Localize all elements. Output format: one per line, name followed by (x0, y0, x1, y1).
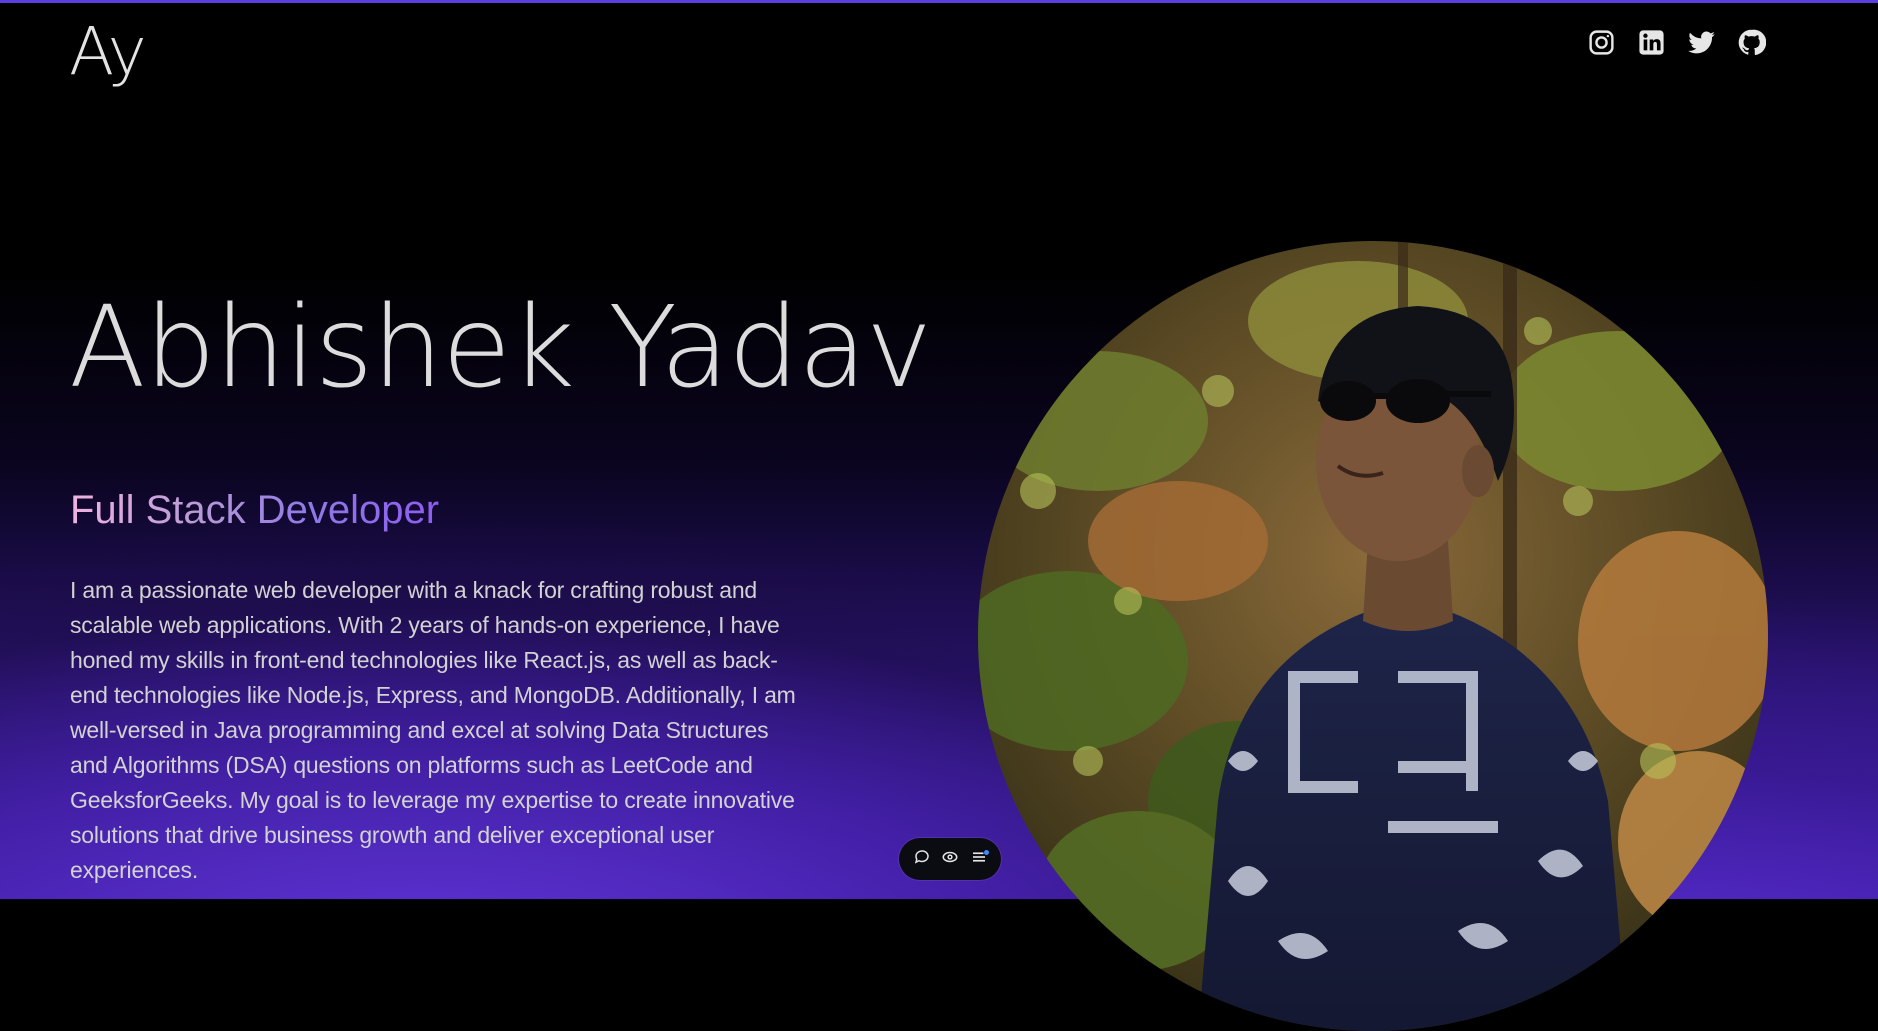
hero-role: Full Stack Developer (70, 484, 439, 536)
profile-photo (978, 241, 1768, 1031)
hero-name: Abhishek Yadav (69, 283, 932, 413)
instagram-icon (1587, 28, 1616, 61)
floating-toolbar (899, 838, 1001, 880)
comment-button[interactable] (910, 847, 934, 871)
social-links (1586, 29, 1767, 60)
linkedin-link[interactable] (1636, 29, 1667, 60)
linkedin-icon (1637, 28, 1666, 61)
instagram-link[interactable] (1586, 29, 1617, 60)
twitter-icon (1687, 28, 1716, 61)
eye-icon (941, 848, 959, 870)
comment-icon (913, 848, 931, 870)
menu-button[interactable] (967, 847, 991, 871)
preview-button[interactable] (938, 847, 962, 871)
github-link[interactable] (1736, 29, 1767, 60)
twitter-link[interactable] (1686, 29, 1717, 60)
top-accent-bar (0, 0, 1878, 3)
site-logo[interactable]: Ay (69, 12, 147, 92)
hero-bio: I am a passionate web developer with a k… (70, 577, 796, 883)
notification-dot (983, 850, 989, 855)
github-icon (1737, 28, 1767, 61)
